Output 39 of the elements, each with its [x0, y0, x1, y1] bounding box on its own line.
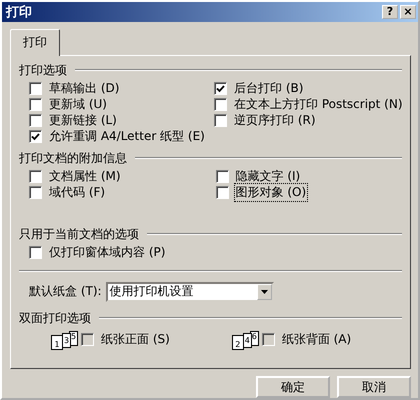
checkbox-label: 在文本上方打印 Postscript (N): [233, 96, 404, 114]
checkbox-label: 后台打印 (B): [233, 80, 304, 98]
checkbox-label: 允许重调 A4/Letter 纸型 (E): [48, 128, 206, 146]
checkbox[interactable]: [29, 186, 42, 200]
checkbox-label: 更新链接 (L): [48, 112, 118, 130]
section-heading: 双面打印选项: [19, 310, 91, 327]
ok-button[interactable]: 确定: [256, 376, 330, 398]
checkbox-label: 逆页序打印 (R): [233, 112, 317, 130]
checkbox[interactable]: [29, 98, 42, 112]
checkbox-label: 仅打印窗体域内容 (P): [48, 244, 166, 262]
checkbox[interactable]: [214, 82, 227, 96]
checkbox[interactable]: [214, 98, 227, 112]
checkbox-label: 域代码 (F): [48, 184, 106, 202]
checkbox[interactable]: [29, 82, 42, 96]
checkbox[interactable]: [29, 130, 42, 144]
help-button[interactable]: ?: [382, 4, 398, 19]
section-heading: 打印文档的附加信息: [19, 150, 127, 167]
checkbox-label: 更新域 (U): [48, 96, 108, 114]
checkbox[interactable]: [29, 246, 42, 260]
tray-dropdown[interactable]: 使用打印机设置: [106, 282, 274, 302]
checkbox-label: 纸张正面 (S): [100, 331, 171, 348]
section-heading: 只用于当前文档的选项: [19, 226, 139, 243]
checkbox-label: 纸张背面 (A): [280, 331, 352, 348]
tab[interactable]: 打印: [10, 28, 60, 56]
checkbox[interactable]: [29, 170, 42, 184]
checkbox-label: 文档属性 (M): [48, 168, 122, 186]
dropdown-arrow-icon: [260, 290, 268, 294]
window-title: 打印: [6, 4, 32, 21]
tray-label: 默认纸盒 (T):: [29, 283, 102, 300]
checkbox[interactable]: [216, 186, 228, 200]
checkbox[interactable]: [29, 114, 42, 128]
checkbox[interactable]: [216, 170, 228, 184]
checkbox-label: 草稿输出 (D): [48, 80, 120, 98]
checkbox-label: 隐藏文字 (I): [234, 168, 302, 186]
checkbox[interactable]: [214, 114, 227, 128]
section-heading: 打印选项: [19, 62, 67, 79]
cancel-button[interactable]: 取消: [337, 376, 411, 398]
close-button[interactable]: ×: [400, 4, 416, 19]
checkbox-label: 图形对象 (O): [234, 183, 308, 202]
